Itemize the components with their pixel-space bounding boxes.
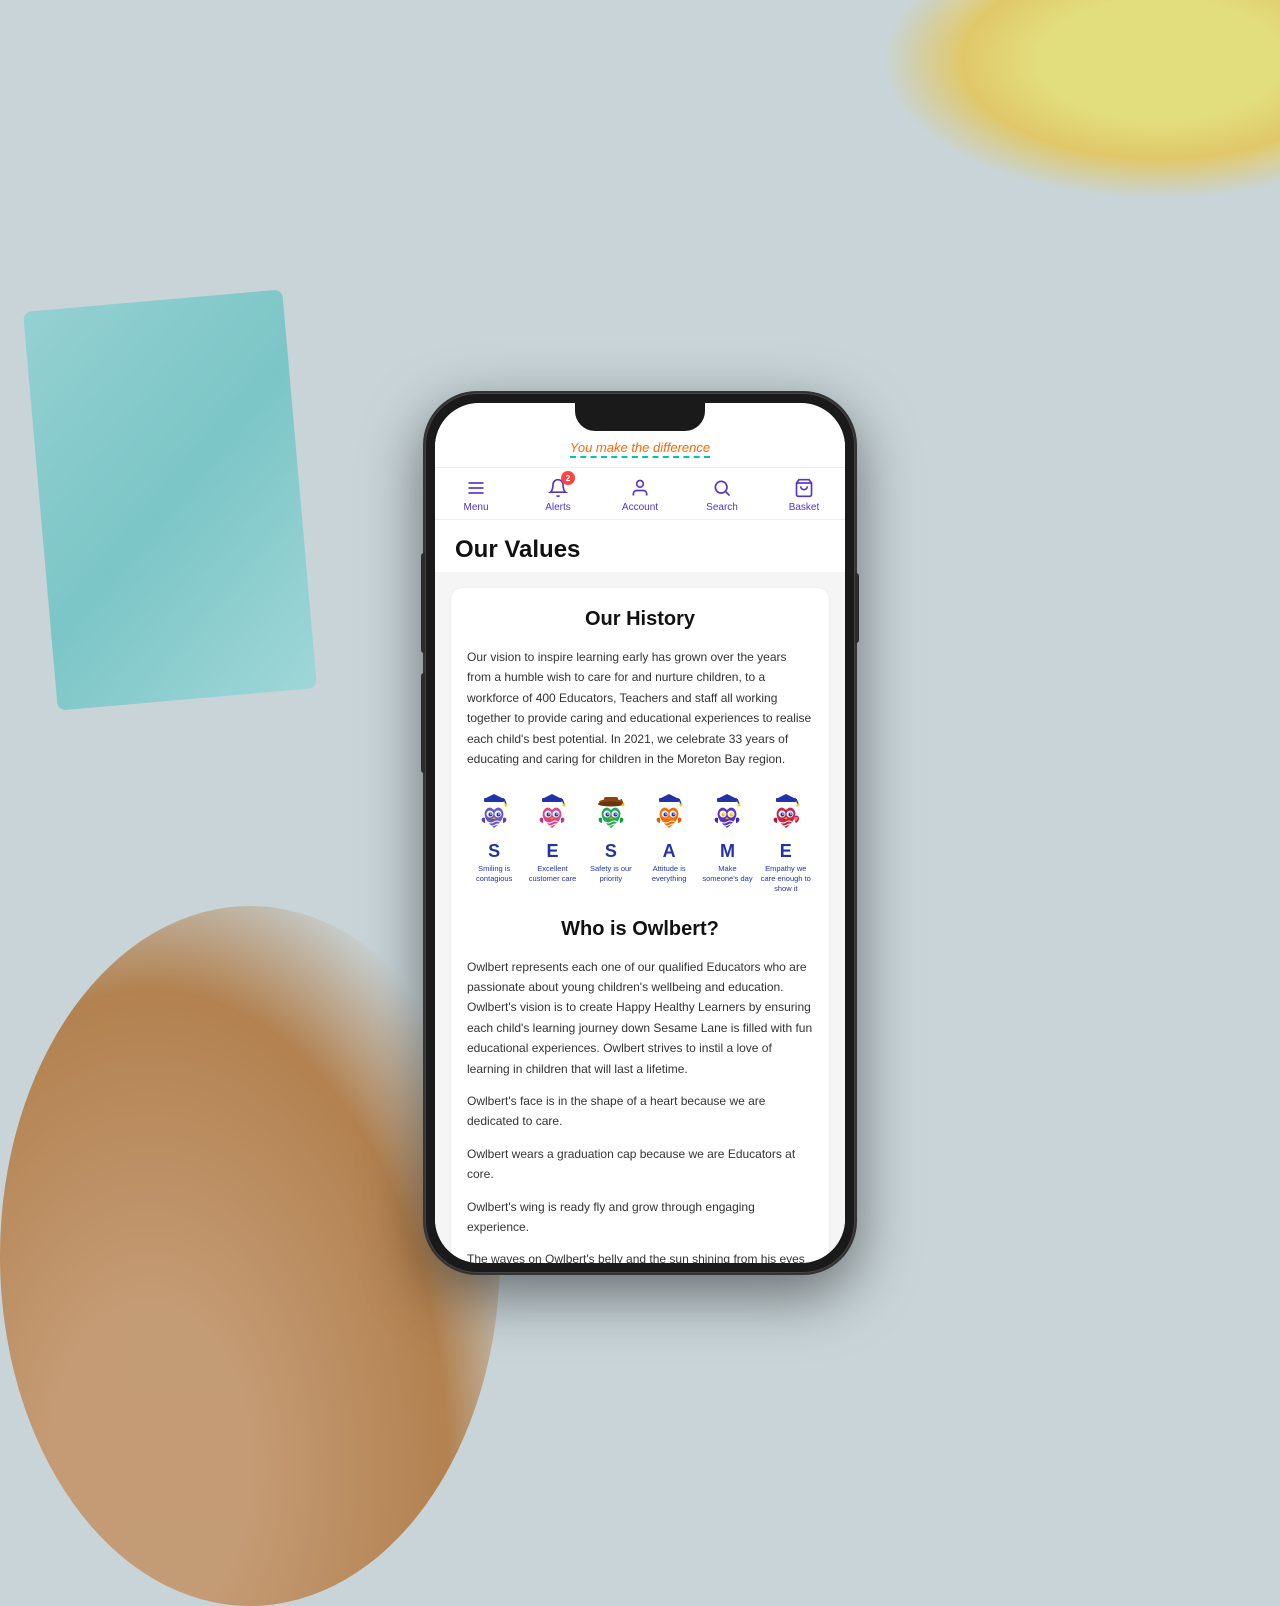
- seame-row: S Smiling is contagious: [467, 789, 813, 893]
- nav-basket-label: Basket: [789, 502, 820, 513]
- seame-letter-s1: S: [488, 841, 500, 862]
- owlbert-section: Who is Owlbert? Owlbert represents each …: [467, 918, 813, 1263]
- seame-letter-s2: S: [605, 841, 617, 862]
- seame-desc-s2: Safety is our priority: [584, 864, 638, 884]
- our-history-body: Our vision to inspire learning early has…: [467, 647, 813, 769]
- seame-item-s1: S Smiling is contagious: [467, 789, 521, 884]
- content-card: Our History Our vision to inspire learni…: [451, 588, 829, 1263]
- background-notebook: [23, 289, 317, 710]
- page-title-bar: Our Values: [435, 520, 845, 572]
- seame-desc-s1: Smiling is contagious: [467, 864, 521, 884]
- owl-icon-s2: [588, 789, 634, 839]
- screen-content: You make the difference Menu: [435, 403, 845, 1263]
- hamburger-icon: [464, 476, 488, 500]
- seame-item-a: A Attitude is everything: [642, 789, 696, 884]
- owlbert-para-5: The waves on Owlbert's belly and the sun…: [467, 1249, 813, 1263]
- page-title: Our Values: [455, 536, 825, 564]
- seame-item-s2: S Safety is our priority: [584, 789, 638, 884]
- tagline-text: You make the difference: [570, 440, 710, 455]
- alerts-badge: 2: [561, 471, 575, 485]
- owl-icon-a: [646, 789, 692, 839]
- seame-letter-e2: E: [780, 841, 792, 862]
- nav-item-account[interactable]: Account: [610, 476, 670, 513]
- owlbert-para-2: Owlbert's face is in the shape of a hear…: [467, 1091, 813, 1132]
- person-icon: [628, 476, 652, 500]
- search-icon: [710, 476, 734, 500]
- phone-screen: You make the difference Menu: [435, 403, 845, 1263]
- seame-item-e2: E Empathy we care enough to show it: [759, 789, 813, 893]
- nav-menu-label: Menu: [463, 502, 488, 513]
- nav-item-alerts[interactable]: 2 Alerts: [528, 476, 588, 513]
- bell-icon: 2: [546, 476, 570, 500]
- owlbert-para-3: Owlbert wears a graduation cap because w…: [467, 1144, 813, 1185]
- owl-icon-m: [704, 789, 750, 839]
- owlbert-para-1: Owlbert represents each one of our quali…: [467, 957, 813, 1079]
- seame-desc-m: Make someone's day: [700, 864, 754, 884]
- nav-item-search[interactable]: Search: [692, 476, 752, 513]
- owl-icon-s1: [471, 789, 517, 839]
- basket-icon: [792, 476, 816, 500]
- owlbert-title: Who is Owlbert?: [467, 918, 813, 941]
- our-history-title: Our History: [467, 608, 813, 631]
- seame-item-e1: E Excellent customer care: [525, 789, 579, 884]
- content-area: Our History Our vision to inspire learni…: [435, 572, 845, 1263]
- owlbert-para-4: Owlbert's wing is ready fly and grow thr…: [467, 1197, 813, 1238]
- seame-letter-m: M: [720, 841, 735, 862]
- seame-letter-a: A: [663, 841, 676, 862]
- phone-frame: You make the difference Menu: [425, 393, 855, 1273]
- phone-wrapper: You make the difference Menu: [425, 393, 855, 1273]
- owl-icon-e1: [529, 789, 575, 839]
- seame-item-m: M Make someone's day: [700, 789, 754, 884]
- seame-desc-e1: Excellent customer care: [525, 864, 579, 884]
- seame-desc-a: Attitude is everything: [642, 864, 696, 884]
- nav-item-menu[interactable]: Menu: [446, 476, 506, 513]
- phone-notch: [575, 403, 705, 431]
- seame-letter-e1: E: [546, 841, 558, 862]
- seame-desc-e2: Empathy we care enough to show it: [759, 864, 813, 893]
- owl-icon-e2: [763, 789, 809, 839]
- background-flowers: [880, 0, 1280, 200]
- nav-search-label: Search: [706, 502, 738, 513]
- nav-account-label: Account: [622, 502, 658, 513]
- nav-item-basket[interactable]: Basket: [774, 476, 834, 513]
- nav-alerts-label: Alerts: [545, 502, 571, 513]
- navigation-bar: Menu 2 Alerts: [435, 468, 845, 520]
